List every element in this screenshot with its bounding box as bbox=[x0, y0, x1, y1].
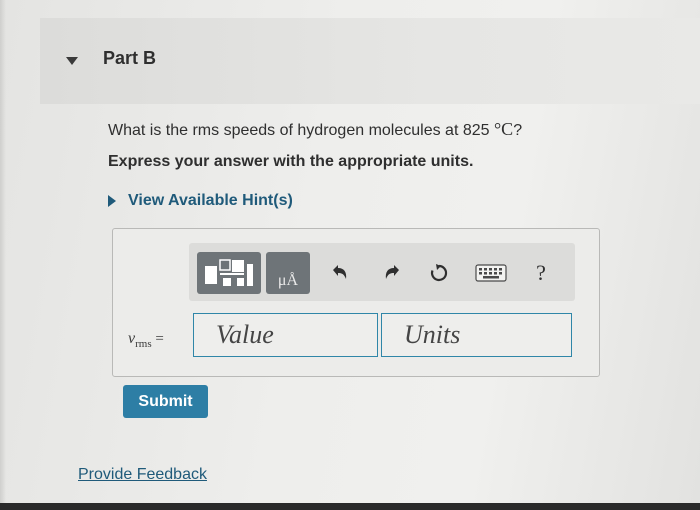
bottom-edge bbox=[0, 503, 700, 510]
left-edge bbox=[0, 0, 6, 510]
help-button[interactable]: ? bbox=[528, 260, 554, 286]
units-button[interactable]: μÅ bbox=[266, 252, 310, 294]
help-icon: ? bbox=[536, 260, 546, 285]
variable-subscript: rms bbox=[135, 338, 152, 350]
templates-icon bbox=[205, 259, 253, 286]
question-end: ? bbox=[513, 122, 523, 139]
caret-right-icon bbox=[108, 195, 116, 207]
keyboard-button[interactable] bbox=[474, 260, 508, 286]
undo-icon bbox=[333, 265, 347, 279]
submit-button[interactable]: Submit bbox=[123, 385, 208, 418]
provide-feedback-link[interactable]: Provide Feedback bbox=[78, 466, 207, 484]
units-input[interactable]: Units bbox=[381, 313, 572, 357]
undo-button[interactable] bbox=[326, 260, 352, 286]
redo-icon bbox=[385, 265, 399, 279]
keyboard-icon bbox=[475, 264, 507, 282]
question-body: What is the rms speeds of hydrogen molec… bbox=[108, 122, 494, 139]
part-title: Part B bbox=[103, 48, 157, 68]
question-text: What is the rms speeds of hydrogen molec… bbox=[108, 119, 522, 140]
templates-button[interactable] bbox=[197, 252, 261, 294]
question-unit: °C bbox=[493, 119, 514, 139]
instruction-text: Express your answer with the appropriate… bbox=[108, 153, 474, 170]
value-input[interactable]: Value bbox=[193, 313, 378, 357]
reset-icon bbox=[430, 264, 448, 282]
collapse-caret-icon[interactable] bbox=[66, 57, 78, 65]
equals-sign: = bbox=[155, 331, 164, 347]
variable-label: vrms = bbox=[128, 330, 164, 350]
redo-button[interactable] bbox=[380, 260, 406, 286]
units-icon: μÅ bbox=[277, 272, 299, 289]
reset-button[interactable] bbox=[426, 260, 452, 286]
view-hints-link[interactable]: View Available Hint(s) bbox=[108, 192, 293, 210]
hint-label: View Available Hint(s) bbox=[128, 192, 293, 209]
